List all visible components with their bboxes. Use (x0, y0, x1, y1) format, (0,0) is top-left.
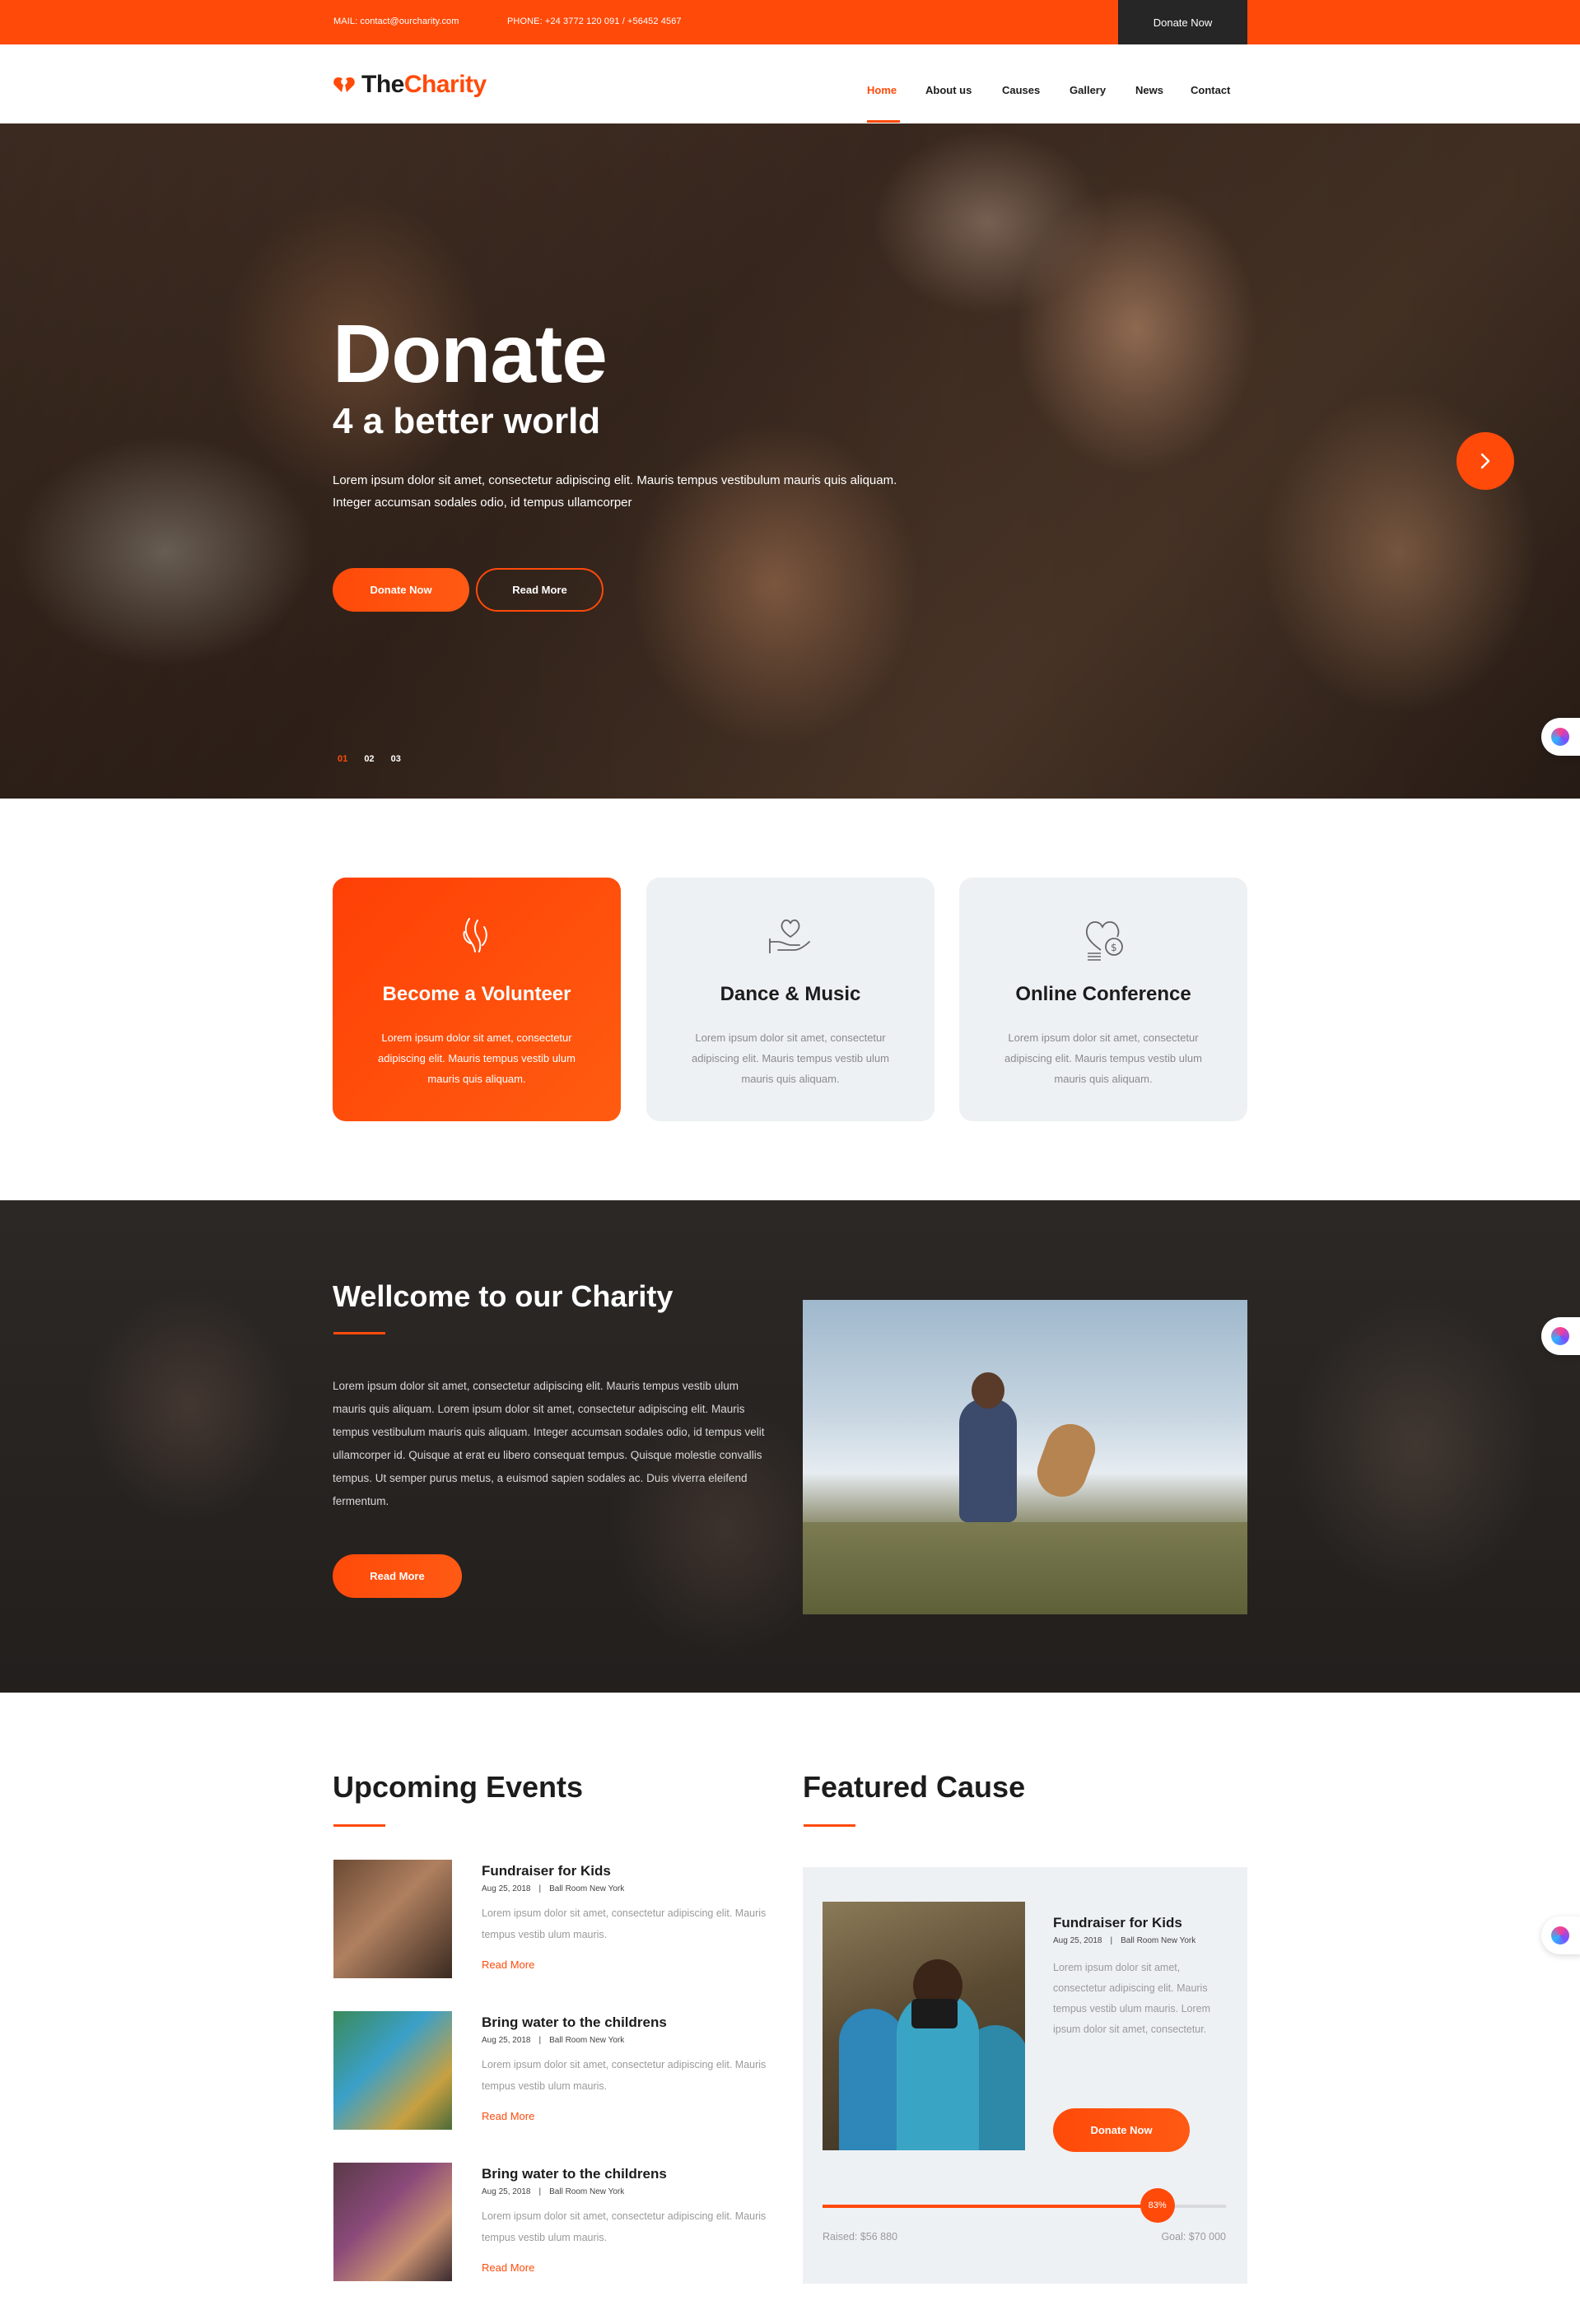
cause-date: Aug 25, 2018 (1053, 1936, 1102, 1945)
brain-icon (1551, 728, 1569, 746)
event-date: Aug 25, 2018 (482, 2036, 531, 2045)
hero-slider: Donate 4 a better world Lorem ipsum dolo… (0, 123, 1580, 799)
event-item: Fundraiser for Kids Aug 25, 2018 | Ball Ro… (333, 1860, 778, 1980)
slide-dot-3[interactable]: 03 (391, 754, 401, 764)
event-place: Ball Room New York (549, 2187, 625, 2196)
featured-cause-card: Fundraiser for Kids Aug 25, 2018 | Ball Ro… (803, 1867, 1247, 2284)
slide-dot-1[interactable]: 01 (338, 754, 347, 764)
feature-card-volunteer[interactable]: Become a Volunteer Lorem ipsum dolor sit… (333, 878, 621, 1121)
event-text: Lorem ipsum dolor sit amet, consectetur … (482, 2210, 767, 2243)
welcome-title: Wellcome to our Charity (333, 1279, 673, 1313)
logo-heart-icon (333, 77, 355, 92)
event-place: Ball Room New York (549, 2036, 625, 2045)
logo-text-charity: Charity (403, 71, 487, 98)
event-read-more-link[interactable]: Read More (482, 1958, 534, 1971)
brain-icon (1551, 1327, 1569, 1345)
hero-photo-children (0, 123, 1580, 799)
raised-amount: Raised: $56 880 (823, 2231, 898, 2242)
feature-title: Dance & Music (720, 983, 861, 1005)
feature-text: Lorem ipsum dolor sit amet, consectetur … (692, 1032, 889, 1085)
event-thumbnail[interactable] (333, 1860, 452, 1978)
hero-title: Donate (333, 308, 608, 400)
featured-cause-title: Featured Cause (803, 1770, 1026, 1804)
event-title[interactable]: Bring water to the childrens (482, 2014, 667, 2031)
event-title[interactable]: Bring water to the childrens (482, 2166, 667, 2182)
slider-next-button[interactable] (1456, 432, 1514, 490)
event-meta: Aug 25, 2018 | Ball Room New York (482, 2036, 625, 2045)
helping-hands-icon (463, 918, 487, 952)
events-title: Upcoming Events (333, 1770, 584, 1804)
main-header: The Charity Home About us Causes Gallery … (0, 44, 1580, 123)
heart-coins-icon: $ (1085, 921, 1123, 961)
title-underline (804, 1824, 855, 1827)
event-thumbnail[interactable] (333, 2163, 452, 2281)
nav-contact[interactable]: Contact (1191, 84, 1230, 96)
slider-pagination: 01 02 03 (338, 754, 415, 764)
assistant-widget-button[interactable] (1541, 718, 1580, 756)
cause-text: Lorem ipsum dolor sit amet, consectetur … (1053, 1962, 1211, 2035)
event-item: Bring water to the childrens Aug 25, 201… (333, 2163, 778, 2283)
donation-progress-bar: 83% (823, 2188, 1226, 2223)
hero-subtitle: 4 a better world (333, 401, 601, 441)
event-meta: Aug 25, 2018 | Ball Room New York (482, 2187, 625, 2196)
nav-home[interactable]: Home (867, 84, 897, 96)
progress-percent-badge: 83% (1140, 2188, 1175, 2223)
event-thumbnail[interactable] (333, 2011, 452, 2130)
nav-gallery[interactable]: Gallery (1070, 84, 1106, 96)
feature-text: Lorem ipsum dolor sit amet, consectetur … (1004, 1032, 1202, 1085)
cause-meta: Aug 25, 2018 | Ball Room New York (1053, 1936, 1196, 1945)
feature-card-dance-music[interactable]: Dance & Music Lorem ipsum dolor sit amet… (646, 878, 934, 1121)
event-place: Ball Room New York (549, 1884, 625, 1893)
event-read-more-link[interactable]: Read More (482, 2110, 534, 2122)
hero-description: Lorem ipsum dolor sit amet, consectetur … (333, 473, 897, 510)
logo-text-the: The (361, 71, 404, 98)
welcome-read-more-button[interactable]: Read More (333, 1554, 462, 1598)
nav-causes[interactable]: Causes (1002, 84, 1040, 96)
assistant-widget-button[interactable] (1541, 1317, 1580, 1355)
welcome-section: Wellcome to our Charity Lorem ipsum dolo… (0, 1200, 1580, 1693)
event-text: Lorem ipsum dolor sit amet, consectetur … (482, 1907, 767, 1940)
event-item: Bring water to the childrens Aug 25, 201… (333, 2011, 778, 2131)
contact-phone: PHONE: +24 3772 120 091 / +56452 4567 (507, 16, 682, 26)
site-logo[interactable]: The Charity (332, 71, 487, 99)
event-text: Lorem ipsum dolor sit amet, consectetur … (482, 2059, 767, 2092)
event-date: Aug 25, 2018 (482, 1884, 531, 1893)
progress-fill (823, 2205, 1158, 2208)
contact-mail[interactable]: MAIL: contact@ourcharity.com (333, 16, 459, 26)
event-read-more-link[interactable]: Read More (482, 2261, 534, 2274)
hero-donate-button[interactable]: Donate Now (333, 568, 469, 612)
hero-read-more-button[interactable]: Read More (476, 568, 604, 612)
slide-dot-2[interactable]: 02 (364, 754, 374, 764)
feature-text: Lorem ipsum dolor sit amet, consectetur … (378, 1032, 576, 1085)
goal-amount: Goal: $70 000 (1161, 2231, 1226, 2242)
cause-photo-kids-camera[interactable] (823, 1902, 1025, 2150)
cause-title[interactable]: Fundraiser for Kids (1053, 1915, 1182, 1931)
event-meta: Aug 25, 2018 | Ball Room New York (482, 1884, 625, 1893)
svg-text:$: $ (1111, 942, 1117, 953)
top-bar: MAIL: contact@ourcharity.com PHONE: +24 … (0, 0, 1580, 44)
donate-now-top-button[interactable]: Donate Now (1118, 0, 1247, 44)
chevron-right-icon (1480, 453, 1490, 469)
feature-title: Become a Volunteer (382, 983, 571, 1005)
feature-card-online-conference[interactable]: $ Online Conference Lorem ipsum dolor si… (959, 878, 1247, 1121)
title-underline (333, 1332, 385, 1334)
nav-about-us[interactable]: About us (925, 84, 972, 96)
brain-icon (1551, 1926, 1569, 1944)
welcome-photo-boy-guitar (803, 1300, 1247, 1614)
nav-news[interactable]: News (1135, 84, 1163, 96)
event-title[interactable]: Fundraiser for Kids (482, 1863, 611, 1879)
nav-active-indicator (867, 120, 900, 123)
cause-donate-button[interactable]: Donate Now (1053, 2108, 1190, 2152)
feature-title: Online Conference (1015, 983, 1191, 1005)
welcome-text: Lorem ipsum dolor sit amet, consectetur … (333, 1380, 765, 1507)
title-underline (333, 1824, 385, 1827)
assistant-widget-button[interactable] (1541, 1916, 1580, 1954)
cause-place: Ball Room New York (1121, 1936, 1196, 1945)
event-date: Aug 25, 2018 (482, 2187, 531, 2196)
heart-in-hand-icon (769, 919, 810, 953)
